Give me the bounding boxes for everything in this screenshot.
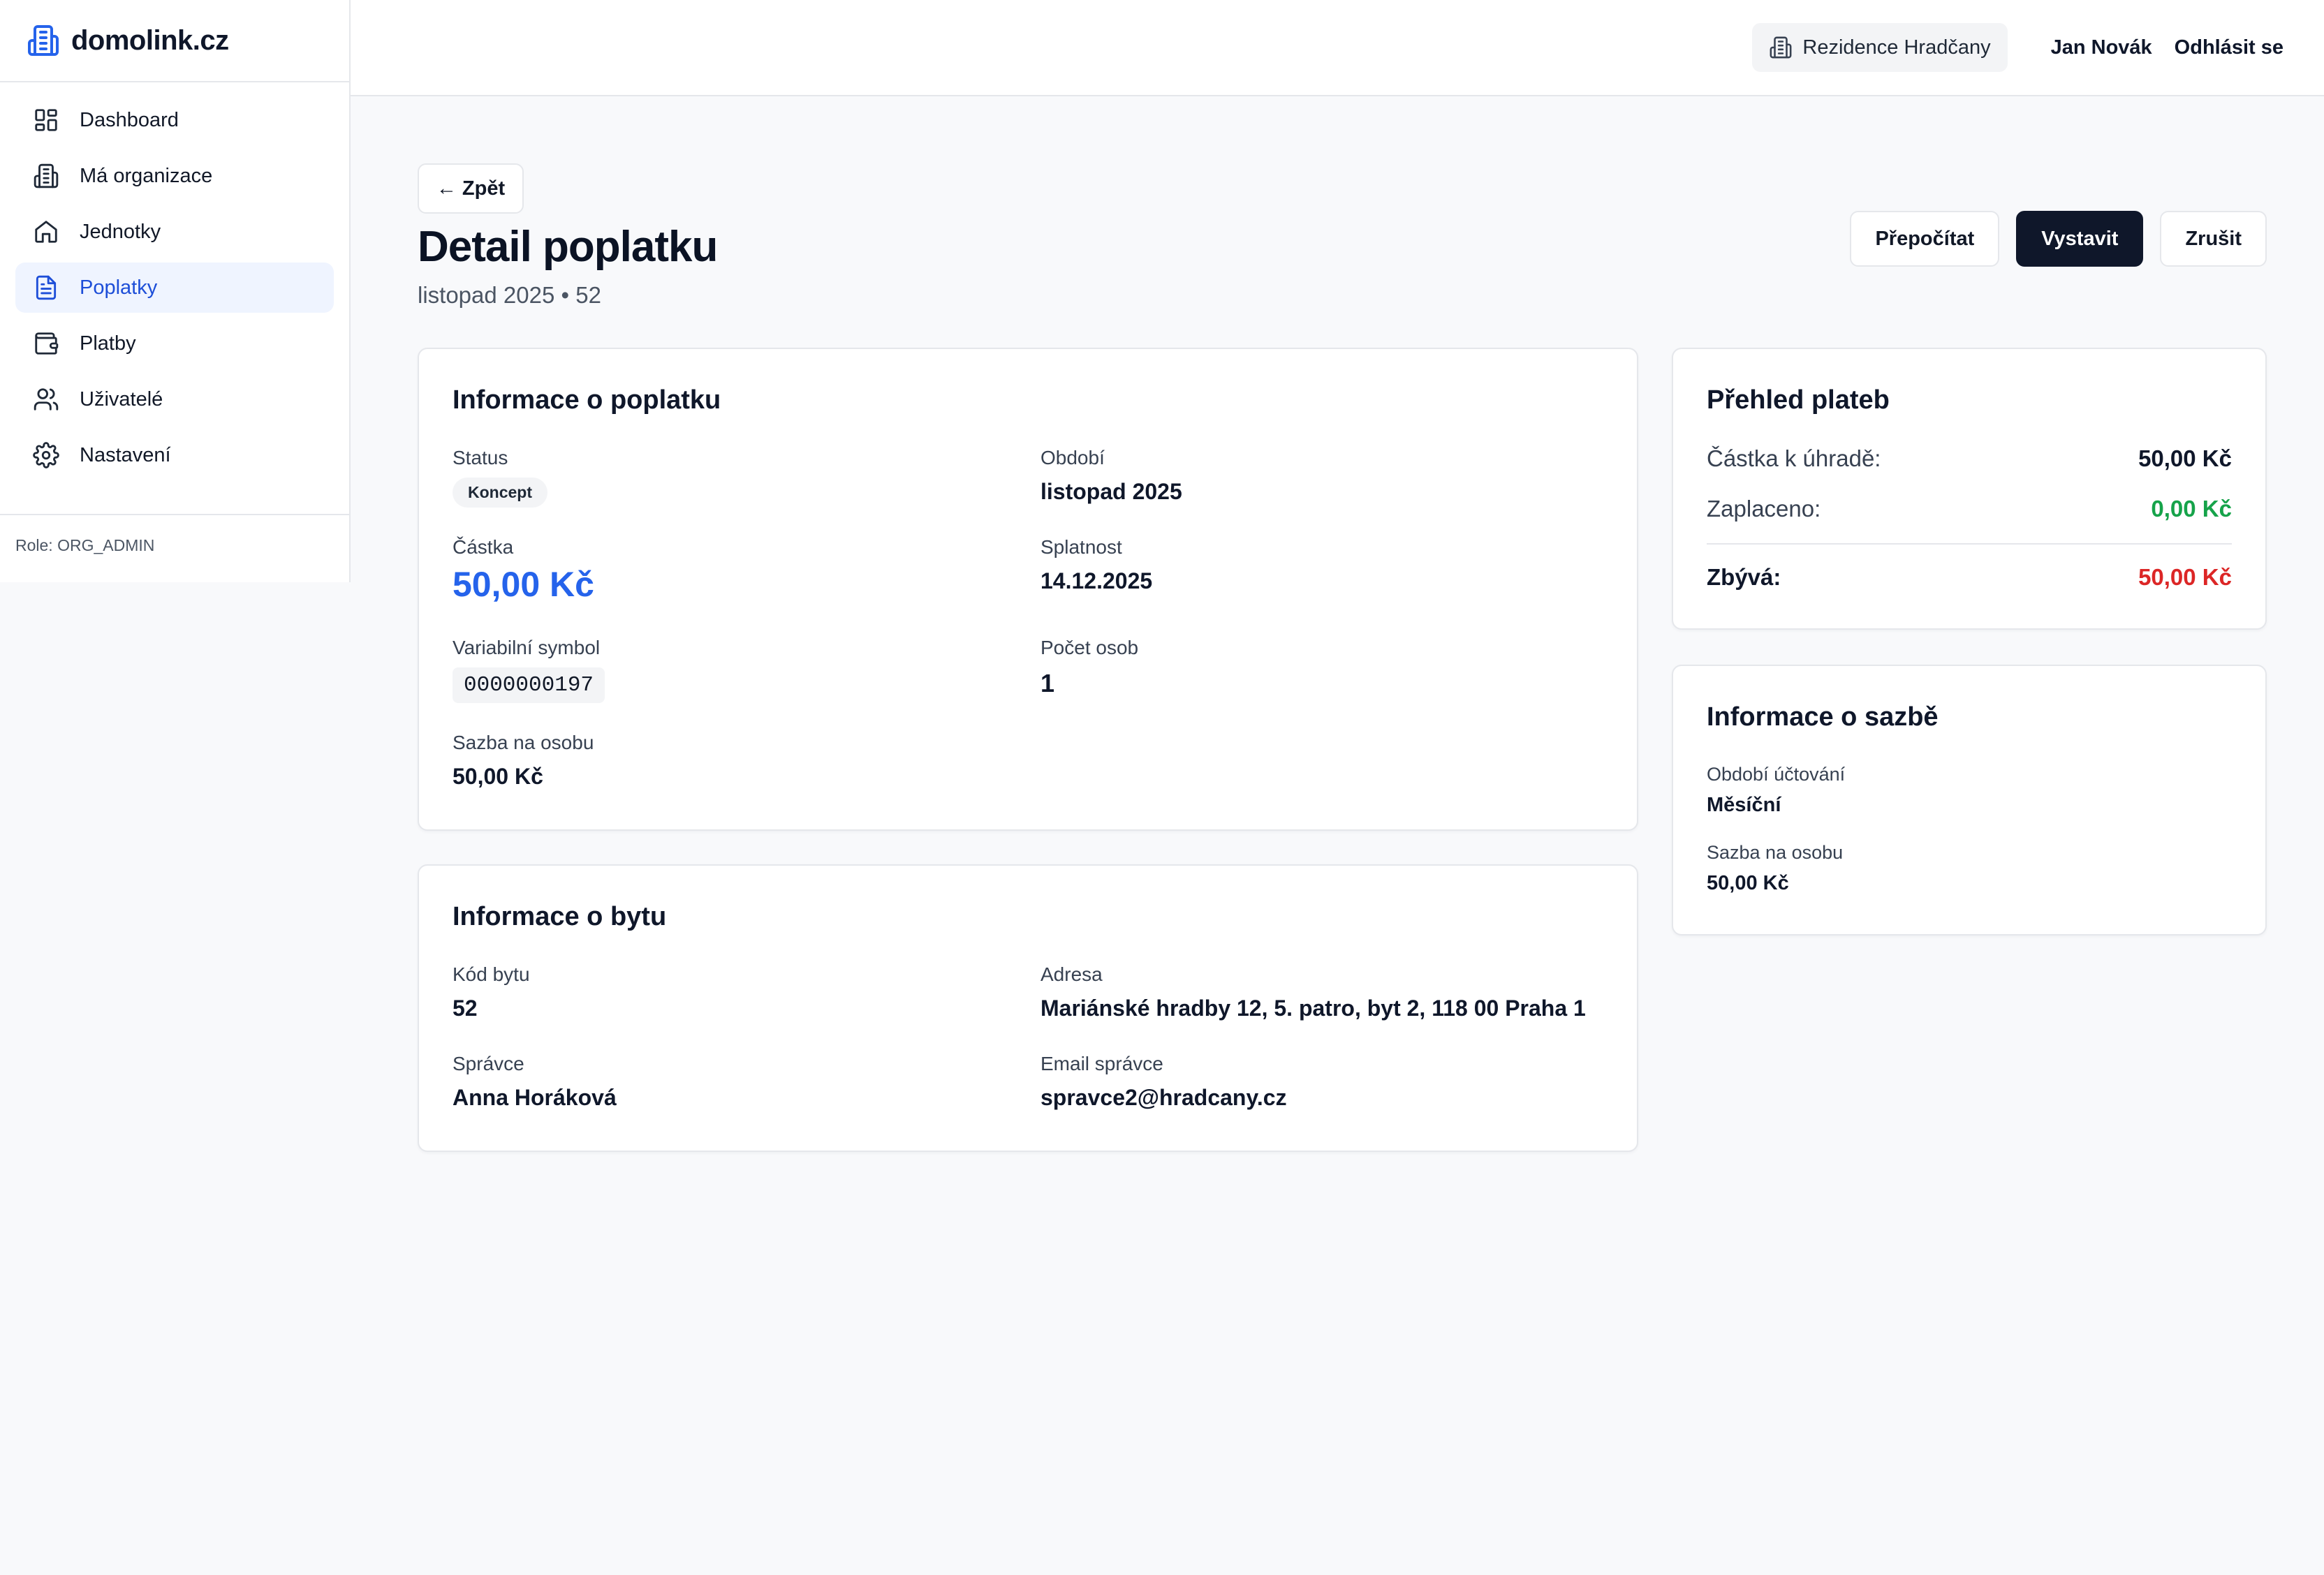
issue-button[interactable]: Vystavit bbox=[2016, 211, 2144, 267]
sidebar-item-organization[interactable]: Má organizace bbox=[15, 151, 334, 201]
card-title: Informace o sazbě bbox=[1707, 702, 1939, 732]
field-label: Sazba na osobu bbox=[1707, 842, 1844, 863]
sidebar-item-label: Dashboard bbox=[80, 108, 179, 131]
manager-email-field: Email správce spravce2@hradcany.cz bbox=[1040, 1053, 1287, 1111]
gear-icon bbox=[32, 441, 60, 469]
due-date-field: Splatnost 14.12.2025 bbox=[1040, 536, 1152, 594]
status-badge: Koncept bbox=[453, 478, 547, 508]
rate-info-card: Informace o sazbě Období účtování Měsíčn… bbox=[1672, 665, 2267, 936]
sidebar-item-label: Jednotky bbox=[80, 220, 161, 243]
field-label: Období bbox=[1040, 447, 1105, 468]
rate-value: 50,00 Kč bbox=[1707, 872, 1789, 894]
due-date-value: 14.12.2025 bbox=[1040, 568, 1153, 593]
card-title: Přehled plateb bbox=[1707, 385, 1890, 415]
billing-period-field: Období účtování Měsíční bbox=[1707, 764, 1845, 817]
address-value: Mariánské hradby 12, 5. patro, byt 2, 11… bbox=[1040, 996, 1586, 1021]
payments-overview-card: Přehled plateb Částka k úhradě: 50,00 Kč… bbox=[1672, 348, 2267, 630]
amount-due-value: 50,00 Kč bbox=[2138, 445, 2232, 471]
unit-code-field: Kód bytu 52 bbox=[453, 963, 530, 1021]
document-icon bbox=[32, 274, 60, 302]
organization-name: Rezidence Hradčany bbox=[1802, 36, 1991, 59]
field-label: Variabilní symbol bbox=[453, 637, 601, 658]
sidebar-item-label: Poplatky bbox=[80, 276, 158, 299]
brand[interactable]: domolink.cz bbox=[0, 0, 349, 82]
sidebar-item-label: Uživatelé bbox=[80, 387, 163, 411]
building-logo-icon bbox=[27, 24, 60, 57]
persons-count-value: 1 bbox=[1040, 669, 1055, 697]
unit-code-value: 52 bbox=[453, 996, 478, 1021]
page-title: Detail poplatku bbox=[418, 223, 718, 271]
sidebar-item-users[interactable]: Uživatelé bbox=[15, 374, 334, 424]
address-field: Adresa Mariánské hradby 12, 5. patro, by… bbox=[1040, 963, 1586, 1021]
field-label: Částka bbox=[453, 536, 514, 558]
sidebar: domolink.cz Dashboard Má organizace Jedn… bbox=[0, 0, 351, 582]
sidebar-item-payments[interactable]: Platby bbox=[15, 318, 334, 369]
manager-field: Správce Anna Horáková bbox=[453, 1053, 617, 1111]
field-label: Kód bytu bbox=[453, 963, 530, 985]
paid-value: 0,00 Kč bbox=[2151, 496, 2232, 522]
rate-per-person-value: 50,00 Kč bbox=[453, 764, 543, 789]
logout-button[interactable]: Odhlásit se bbox=[2175, 36, 2283, 59]
top-header: Rezidence Hradčany Jan Novák Odhlásit se bbox=[351, 0, 2324, 96]
card-title: Informace o bytu bbox=[453, 902, 667, 931]
field-label: Sazba na osobu bbox=[453, 732, 594, 753]
summary-divider bbox=[1707, 543, 2232, 545]
field-label: Adresa bbox=[1040, 963, 1103, 985]
organization-switcher[interactable]: Rezidence Hradčany bbox=[1752, 23, 2008, 72]
home-icon bbox=[32, 218, 60, 246]
variable-symbol-field: Variabilní symbol 0000000197 bbox=[453, 637, 605, 703]
field-label: Správce bbox=[453, 1053, 524, 1074]
dashboard-grid-icon bbox=[32, 106, 60, 134]
paid-row: Zaplaceno: 0,00 Kč bbox=[1707, 496, 2232, 522]
field-label: Email správce bbox=[1040, 1053, 1163, 1074]
persons-count-field: Počet osob 1 bbox=[1040, 637, 1138, 698]
card-title: Informace o poplatku bbox=[453, 385, 721, 415]
field-label: Splatnost bbox=[1040, 536, 1122, 558]
paid-label: Zaplaceno: bbox=[1707, 496, 1821, 522]
building-icon bbox=[32, 162, 60, 190]
unit-info-card: Informace o bytu Kód bytu 52 Adresa Mari… bbox=[418, 864, 1638, 1152]
sidebar-item-settings[interactable]: Nastavení bbox=[15, 430, 334, 480]
wallet-icon bbox=[32, 330, 60, 357]
billing-period-value: Měsíční bbox=[1707, 794, 1781, 816]
rate-per-person-field: Sazba na osobu 50,00 Kč bbox=[453, 732, 594, 790]
users-icon bbox=[32, 385, 60, 413]
manager-value: Anna Horáková bbox=[453, 1085, 617, 1110]
fee-info-card: Informace o poplatku Status Koncept Obdo… bbox=[418, 348, 1638, 831]
sidebar-item-label: Nastavení bbox=[80, 443, 171, 466]
sidebar-item-label: Platby bbox=[80, 332, 136, 355]
field-label: Období účtování bbox=[1707, 764, 1846, 785]
amount-value: 50,00 Kč bbox=[453, 565, 594, 604]
manager-email-value: spravce2@hradcany.cz bbox=[1040, 1085, 1287, 1110]
rate-field: Sazba na osobu 50,00 Kč bbox=[1707, 842, 1843, 895]
cancel-button[interactable]: Zrušit bbox=[2160, 211, 2267, 267]
sidebar-nav: Dashboard Má organizace Jednotky Poplatk… bbox=[0, 82, 349, 480]
sidebar-item-units[interactable]: Jednotky bbox=[15, 207, 334, 257]
status-field: Status Koncept bbox=[453, 447, 547, 508]
amount-due-row: Částka k úhradě: 50,00 Kč bbox=[1707, 445, 2232, 472]
back-button[interactable]: ← Zpět bbox=[418, 163, 524, 214]
recalculate-button[interactable]: Přepočítat bbox=[1850, 211, 2000, 267]
role-indicator: Role: ORG_ADMIN bbox=[0, 514, 349, 555]
sidebar-item-label: Má organizace bbox=[80, 164, 213, 187]
period-field: Období listopad 2025 bbox=[1040, 447, 1182, 505]
user-name[interactable]: Jan Novák bbox=[2051, 36, 2152, 59]
remaining-row: Zbývá: 50,00 Kč bbox=[1707, 564, 2232, 591]
remaining-value: 50,00 Kč bbox=[2138, 564, 2232, 590]
brand-name: domolink.cz bbox=[71, 24, 229, 56]
field-label: Status bbox=[453, 447, 508, 468]
building-icon bbox=[1769, 36, 1793, 59]
field-label: Počet osob bbox=[1040, 637, 1139, 658]
sidebar-item-dashboard[interactable]: Dashboard bbox=[15, 95, 334, 145]
page-subtitle: listopad 2025 • 52 bbox=[418, 282, 601, 308]
page-actions: Přepočítat Vystavit Zrušit bbox=[1833, 211, 2267, 267]
amount-field: Částka 50,00 Kč bbox=[453, 536, 594, 605]
sidebar-item-fees[interactable]: Poplatky bbox=[15, 262, 334, 313]
amount-due-label: Částka k úhradě: bbox=[1707, 445, 1881, 471]
period-value: listopad 2025 bbox=[1040, 479, 1182, 504]
variable-symbol-value: 0000000197 bbox=[453, 667, 605, 703]
remaining-label: Zbývá: bbox=[1707, 564, 1781, 590]
